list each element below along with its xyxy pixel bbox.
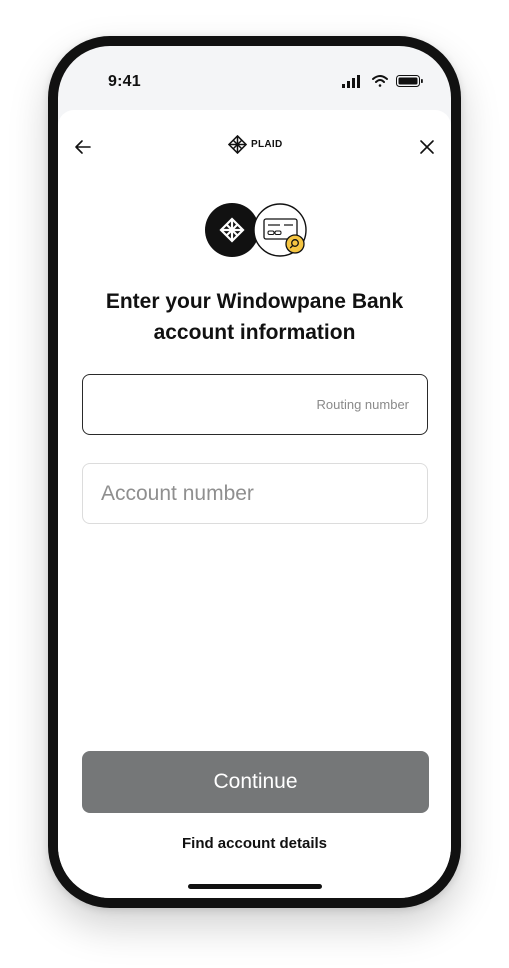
close-icon[interactable] [414,134,440,160]
routing-number-field[interactable]: Routing number [82,374,428,435]
find-account-details-link[interactable]: Find account details [58,835,451,852]
plaid-brand: PLAID [228,133,283,155]
magnifier-icon [285,234,305,254]
back-arrow-icon[interactable] [70,134,96,160]
account-number-field[interactable]: Account number [82,463,428,524]
status-icons [342,75,423,88]
routing-number-label: Routing number [316,397,410,412]
phone-frame: 9:41 PLAID Enter your Windowpane Bank ac… [48,36,461,908]
plaid-logo-icon [228,134,247,154]
plaid-badge-icon [205,203,259,257]
brand-name: PLAID [251,138,283,150]
link-sheet: PLAID Enter your Windowpane Bank account… [58,110,451,898]
signal-icon [342,75,360,88]
wifi-icon [372,75,388,87]
bank-connect-illustration [205,203,307,257]
status-time: 9:41 [108,73,141,90]
page-title: Enter your Windowpane Bank account infor… [105,290,404,344]
battery-icon [396,75,423,87]
home-indicator [188,884,322,889]
continue-label: Continue [213,770,298,793]
account-number-placeholder: Account number [101,482,254,505]
screen: 9:41 PLAID Enter your Windowpane Bank ac… [58,46,451,898]
continue-button[interactable]: Continue [82,751,429,813]
